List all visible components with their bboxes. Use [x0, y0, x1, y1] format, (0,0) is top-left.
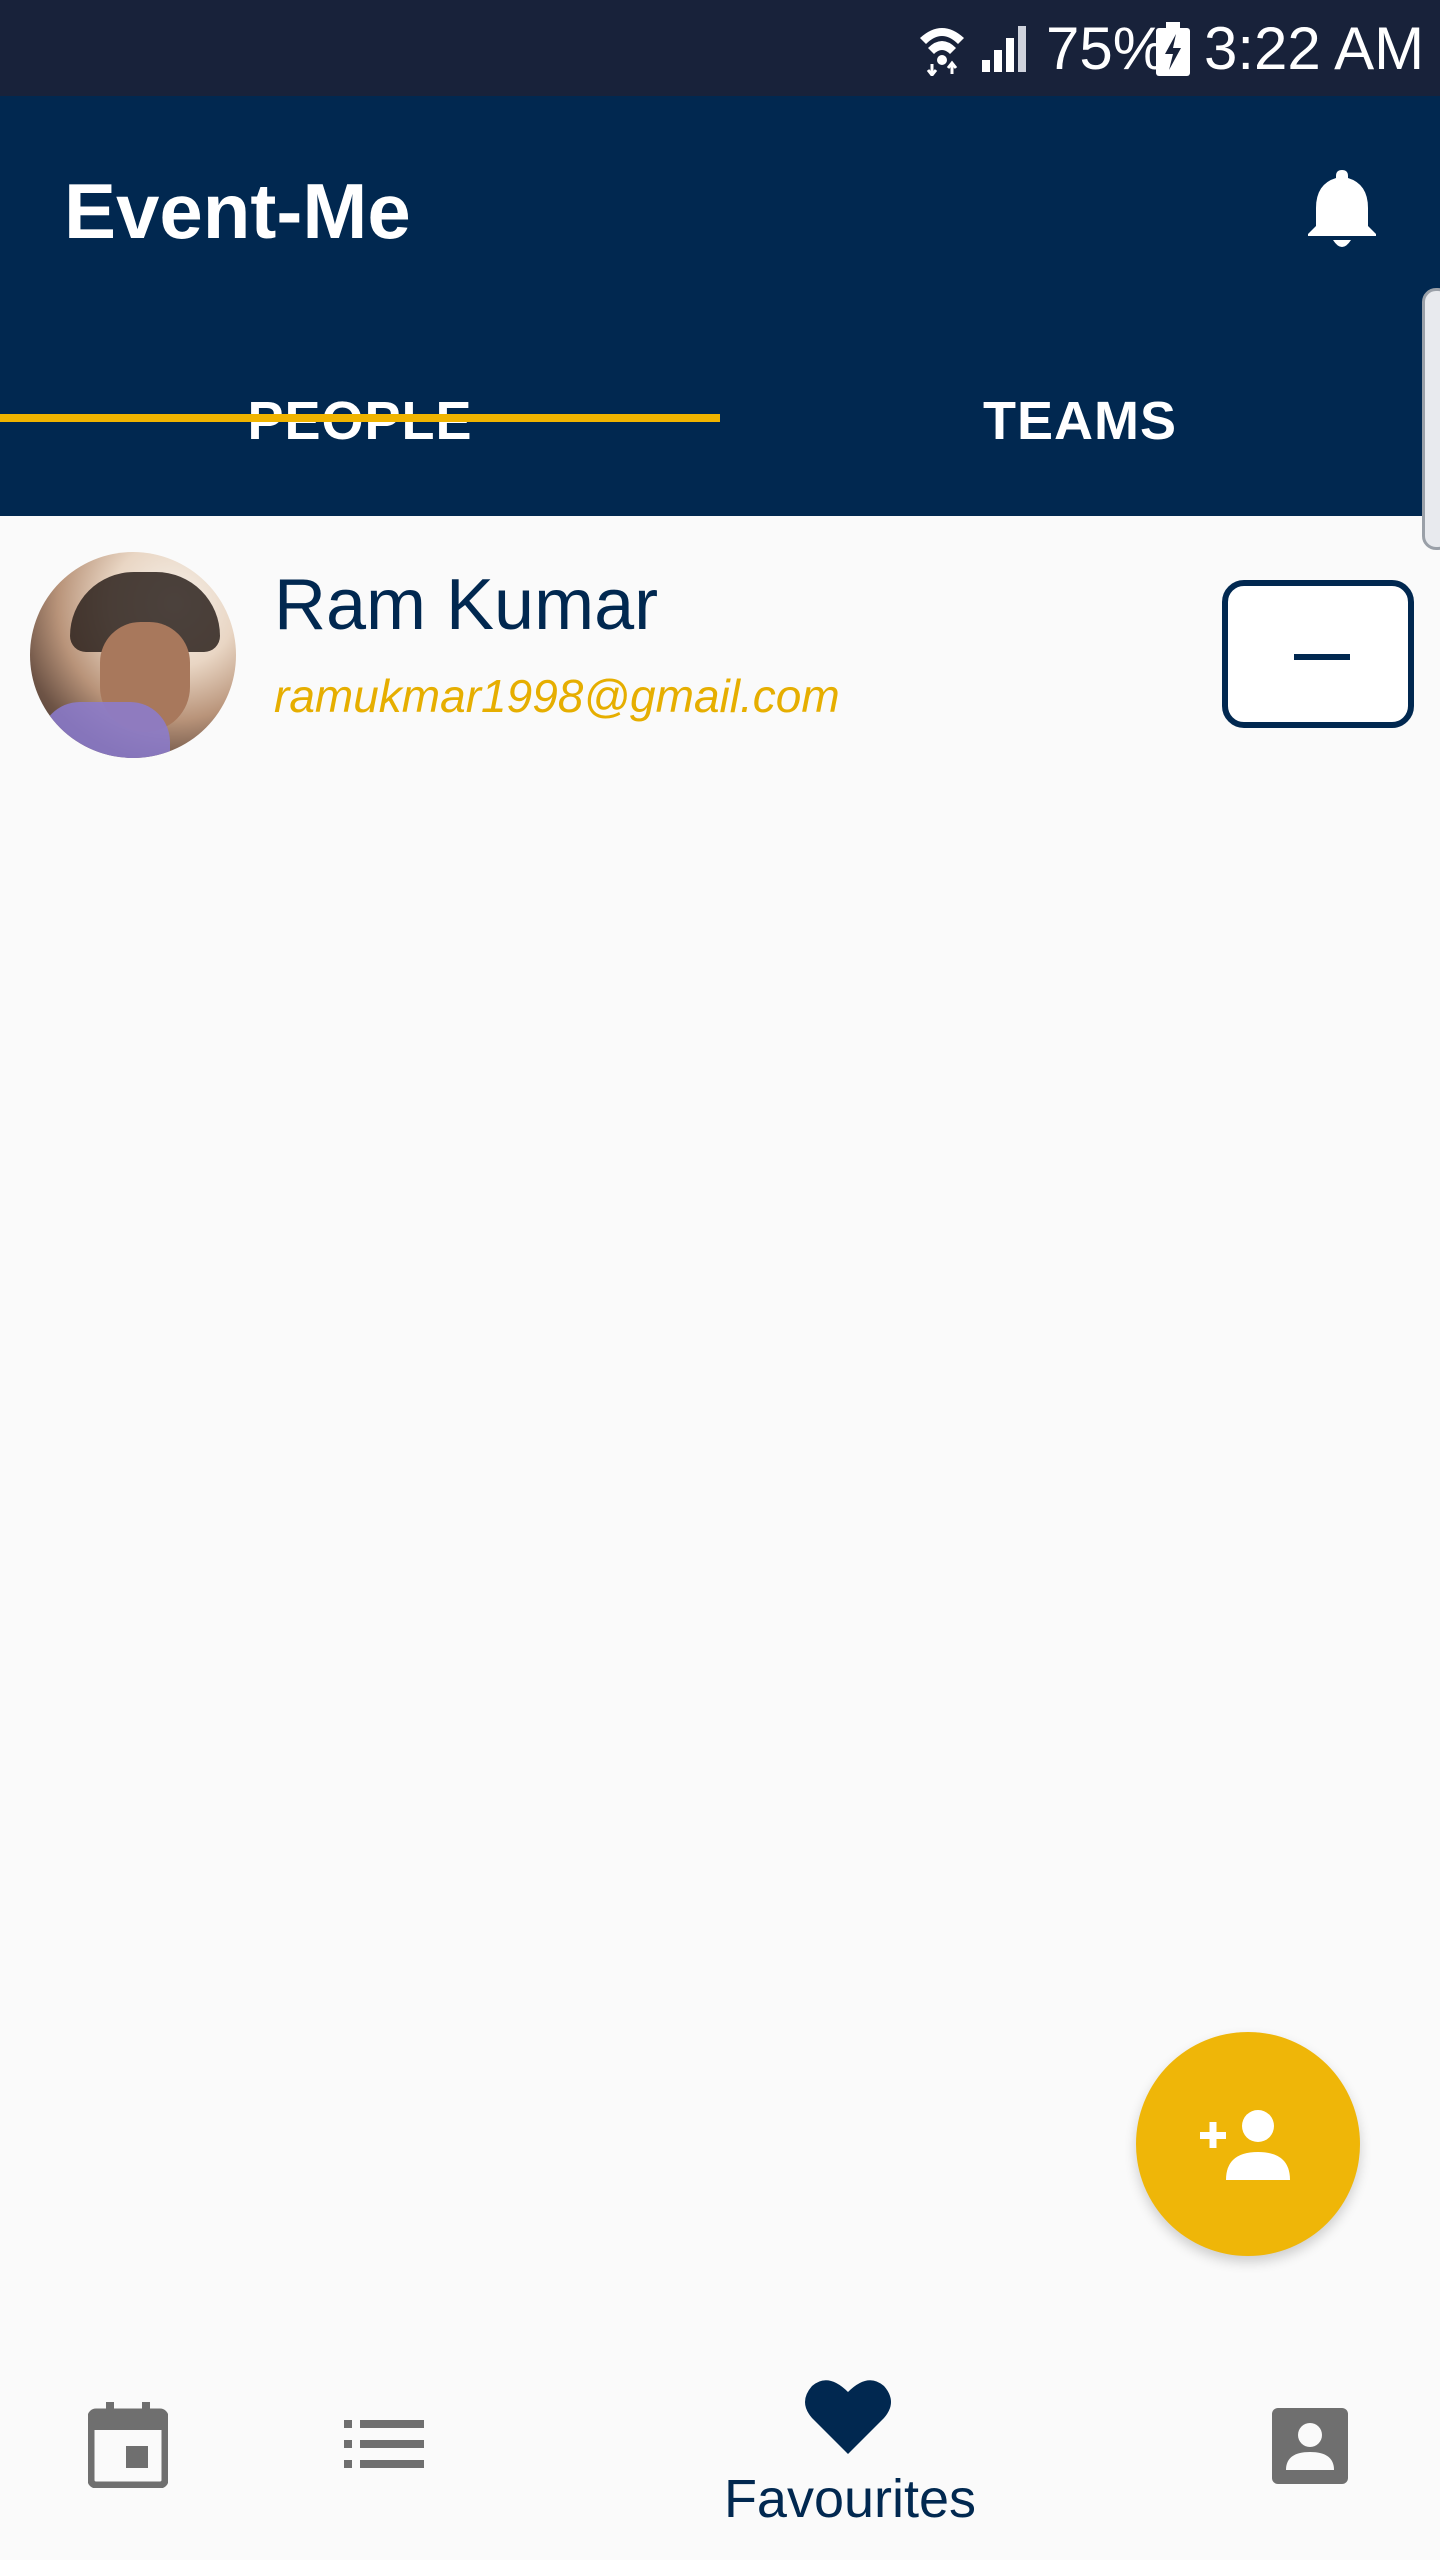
calendar-icon[interactable]	[88, 2402, 168, 2488]
battery-charging-icon	[1156, 22, 1190, 76]
bottom-navigation: Favourites	[0, 2370, 1440, 2560]
status-time: 3:22 AM	[1204, 15, 1425, 82]
cell-signal-icon	[982, 26, 1026, 72]
tab-indicator	[0, 414, 720, 422]
nav-favourites[interactable]: Favourites	[700, 2370, 1000, 2560]
bell-icon[interactable]	[1302, 164, 1382, 250]
app-bar: Event-Me PEOPLE TEAMS	[0, 96, 1440, 516]
tab-bar: PEOPLE TEAMS	[0, 366, 1440, 516]
remove-favourite-button[interactable]	[1222, 580, 1414, 728]
list-item[interactable]: Ram Kumar ramukmar1998@gmail.com	[0, 540, 1440, 770]
wifi-icon	[920, 28, 964, 76]
person-name: Ram Kumar	[274, 565, 659, 645]
nav-favourites-label: Favourites	[723, 2469, 977, 2529]
minus-icon	[1294, 654, 1350, 660]
battery-percentage: 75%	[1046, 15, 1167, 82]
list-icon[interactable]	[344, 2420, 424, 2468]
tab-people[interactable]: PEOPLE	[0, 366, 720, 516]
edge-panel-handle[interactable]	[1422, 288, 1440, 550]
status-bar: 75% 3:22 AM	[0, 0, 1440, 96]
heart-icon	[805, 2380, 891, 2454]
app-title: Event-Me	[64, 167, 411, 255]
account-box-icon[interactable]	[1272, 2408, 1348, 2484]
avatar	[30, 552, 236, 758]
add-person-button[interactable]	[1136, 2032, 1360, 2256]
person-email: ramukmar1998@gmail.com	[274, 670, 840, 722]
add-person-icon	[1200, 2110, 1290, 2180]
tab-teams[interactable]: TEAMS	[720, 366, 1440, 516]
